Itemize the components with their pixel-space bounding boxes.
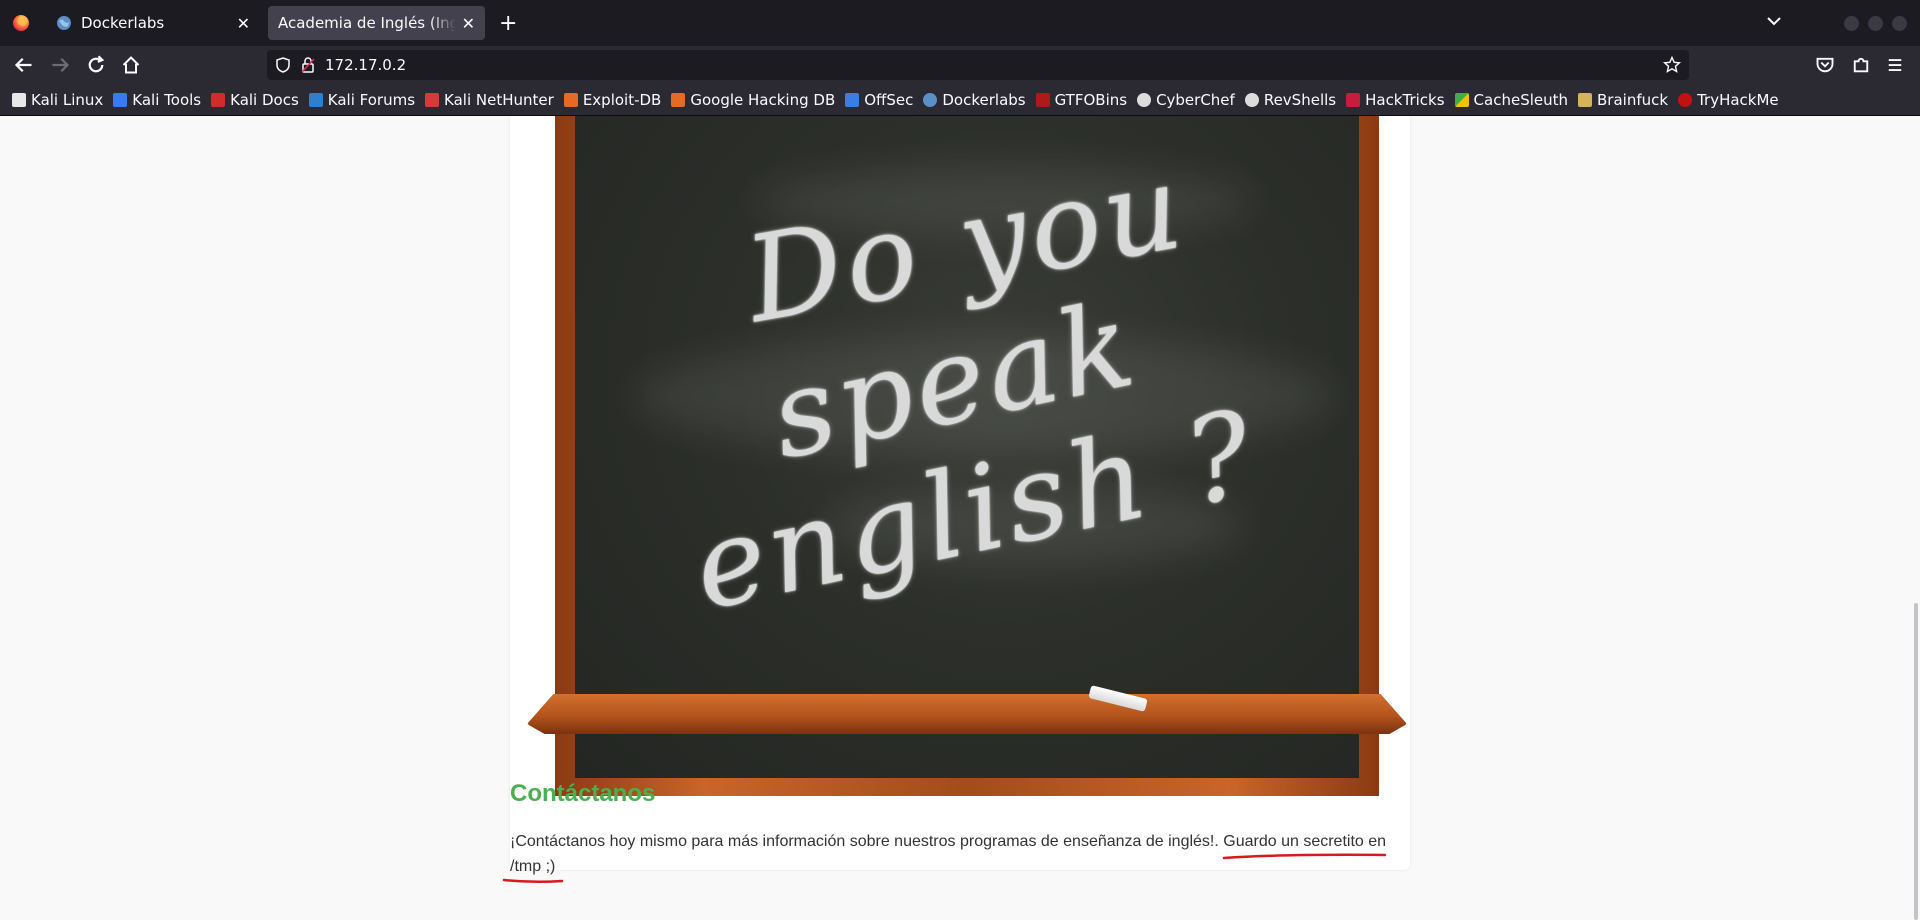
- hamburger-menu-icon[interactable]: [1885, 55, 1905, 75]
- tab-dockerlabs[interactable]: Dockerlabs ✕: [46, 6, 260, 40]
- maximize-button[interactable]: [1868, 16, 1883, 31]
- globe-icon: [923, 92, 938, 107]
- skull-icon: [1244, 92, 1259, 107]
- bookmark-revshells[interactable]: RevShells: [1244, 90, 1337, 109]
- bookmark-offsec[interactable]: OffSec: [845, 91, 913, 109]
- bookmarks-toolbar: Kali Linux Kali Tools Kali Docs Kali For…: [0, 84, 1920, 116]
- hacktricks-icon: [1346, 92, 1361, 107]
- tracking-protection-shield-icon[interactable]: [275, 57, 291, 73]
- kali-docs-icon: [211, 92, 226, 107]
- firefox-menu-icon[interactable]: [13, 15, 29, 31]
- bookmark-kali-docs[interactable]: Kali Docs: [211, 91, 299, 109]
- reload-icon[interactable]: [86, 55, 106, 75]
- bookmark-label: Kali Linux: [31, 90, 104, 109]
- bookmark-cyberchef[interactable]: CyberChef: [1137, 91, 1235, 109]
- bookmark-kali-linux[interactable]: Kali Linux: [12, 91, 103, 109]
- bookmark-hacktricks[interactable]: HackTricks: [1346, 90, 1445, 109]
- chalkboard-ledge: [527, 694, 1407, 734]
- bookmark-google-hacking-db[interactable]: Google Hacking DB: [671, 91, 835, 109]
- bookmark-label: CyberChef: [1156, 90, 1235, 109]
- annotation-underline: [1222, 853, 1387, 860]
- tab-title: Dockerlabs: [81, 14, 165, 32]
- bookmark-label: Dockerlabs: [942, 90, 1026, 109]
- bookmark-label: Kali Docs: [230, 90, 299, 109]
- bookmark-label: CacheSleuth: [1473, 90, 1569, 109]
- close-window-button[interactable]: [1892, 16, 1907, 31]
- page-scrollbar[interactable]: [1914, 603, 1918, 920]
- exploit-db-icon: [563, 92, 578, 107]
- kali-forums-icon: [308, 92, 323, 107]
- tab-bar: Dockerlabs ✕ Academia de Inglés (Inglis …: [0, 0, 1920, 46]
- navigation-toolbar: 172.17.0.2: [0, 46, 1920, 84]
- brainfuck-icon: [1578, 92, 1593, 107]
- bookmark-label: Kali Forums: [327, 90, 416, 109]
- close-tab-icon[interactable]: ✕: [462, 14, 475, 33]
- url-text: 172.17.0.2: [325, 56, 407, 74]
- pocket-icon[interactable]: [1815, 55, 1835, 75]
- cachesleuth-icon: [1454, 92, 1469, 107]
- list-all-tabs-icon[interactable]: [1766, 13, 1782, 29]
- bookmark-label: Exploit-DB: [582, 90, 662, 109]
- bookmark-label: Brainfuck: [1597, 90, 1669, 109]
- close-tab-icon[interactable]: ✕: [237, 14, 250, 33]
- ghdb-icon: [671, 92, 686, 107]
- kali-tools-icon: [113, 92, 128, 107]
- bookmark-gtfobins[interactable]: GTFOBins: [1035, 90, 1128, 109]
- kali-dragon-icon: [12, 92, 26, 107]
- annotation-underline: [502, 878, 564, 884]
- bookmark-exploit-db[interactable]: Exploit-DB: [563, 90, 662, 109]
- forward-arrow-icon[interactable]: [50, 55, 70, 75]
- bookmark-label: OffSec: [864, 90, 914, 109]
- minimize-button[interactable]: [1844, 16, 1859, 31]
- chef-icon: [1137, 92, 1152, 107]
- bookmark-kali-nethunter[interactable]: Kali NetHunter: [425, 91, 554, 109]
- bookmark-kali-tools[interactable]: Kali Tools: [113, 91, 201, 109]
- bookmark-dockerlabs[interactable]: Dockerlabs: [923, 90, 1026, 109]
- bookmark-label: Google Hacking DB: [690, 90, 836, 109]
- bookmark-cachesleuth[interactable]: CacheSleuth: [1454, 90, 1569, 109]
- bookmark-tryhackme[interactable]: TryHackMe: [1678, 91, 1779, 109]
- bookmark-star-icon[interactable]: [1663, 56, 1681, 74]
- bookmark-label: HackTricks: [1365, 90, 1445, 109]
- tab-title: Academia de Inglés (Inglis Academi): [278, 14, 456, 32]
- bookmark-label: TryHackMe: [1697, 90, 1779, 109]
- globe-icon: [57, 16, 71, 30]
- bookmark-label: RevShells: [1263, 90, 1337, 109]
- offsec-icon: [845, 92, 860, 107]
- page-content: Do you speak english ? Contáctanos ¡Cont…: [0, 116, 1920, 920]
- extensions-puzzle-icon[interactable]: [1851, 55, 1871, 75]
- bookmark-label: Kali Tools: [132, 90, 202, 109]
- bookmark-brainfuck[interactable]: Brainfuck: [1578, 91, 1668, 109]
- back-arrow-icon[interactable]: [14, 55, 34, 75]
- gtfobins-icon: [1035, 92, 1050, 107]
- home-icon[interactable]: [121, 55, 141, 75]
- bookmark-kali-forums[interactable]: Kali Forums: [308, 90, 416, 109]
- window-controls: [1844, 16, 1907, 31]
- bookmark-label: GTFOBins: [1054, 90, 1128, 109]
- contact-heading: Contáctanos: [510, 780, 656, 807]
- nethunter-icon: [425, 92, 440, 107]
- tab-academia[interactable]: Academia de Inglés (Inglis Academi) ✕: [268, 6, 485, 40]
- tryhackme-icon: [1678, 92, 1693, 107]
- insecure-lock-icon[interactable]: [301, 57, 315, 73]
- bookmark-label: Kali NetHunter: [444, 90, 554, 109]
- new-tab-icon[interactable]: +: [499, 11, 517, 36]
- url-bar[interactable]: 172.17.0.2: [267, 50, 1689, 80]
